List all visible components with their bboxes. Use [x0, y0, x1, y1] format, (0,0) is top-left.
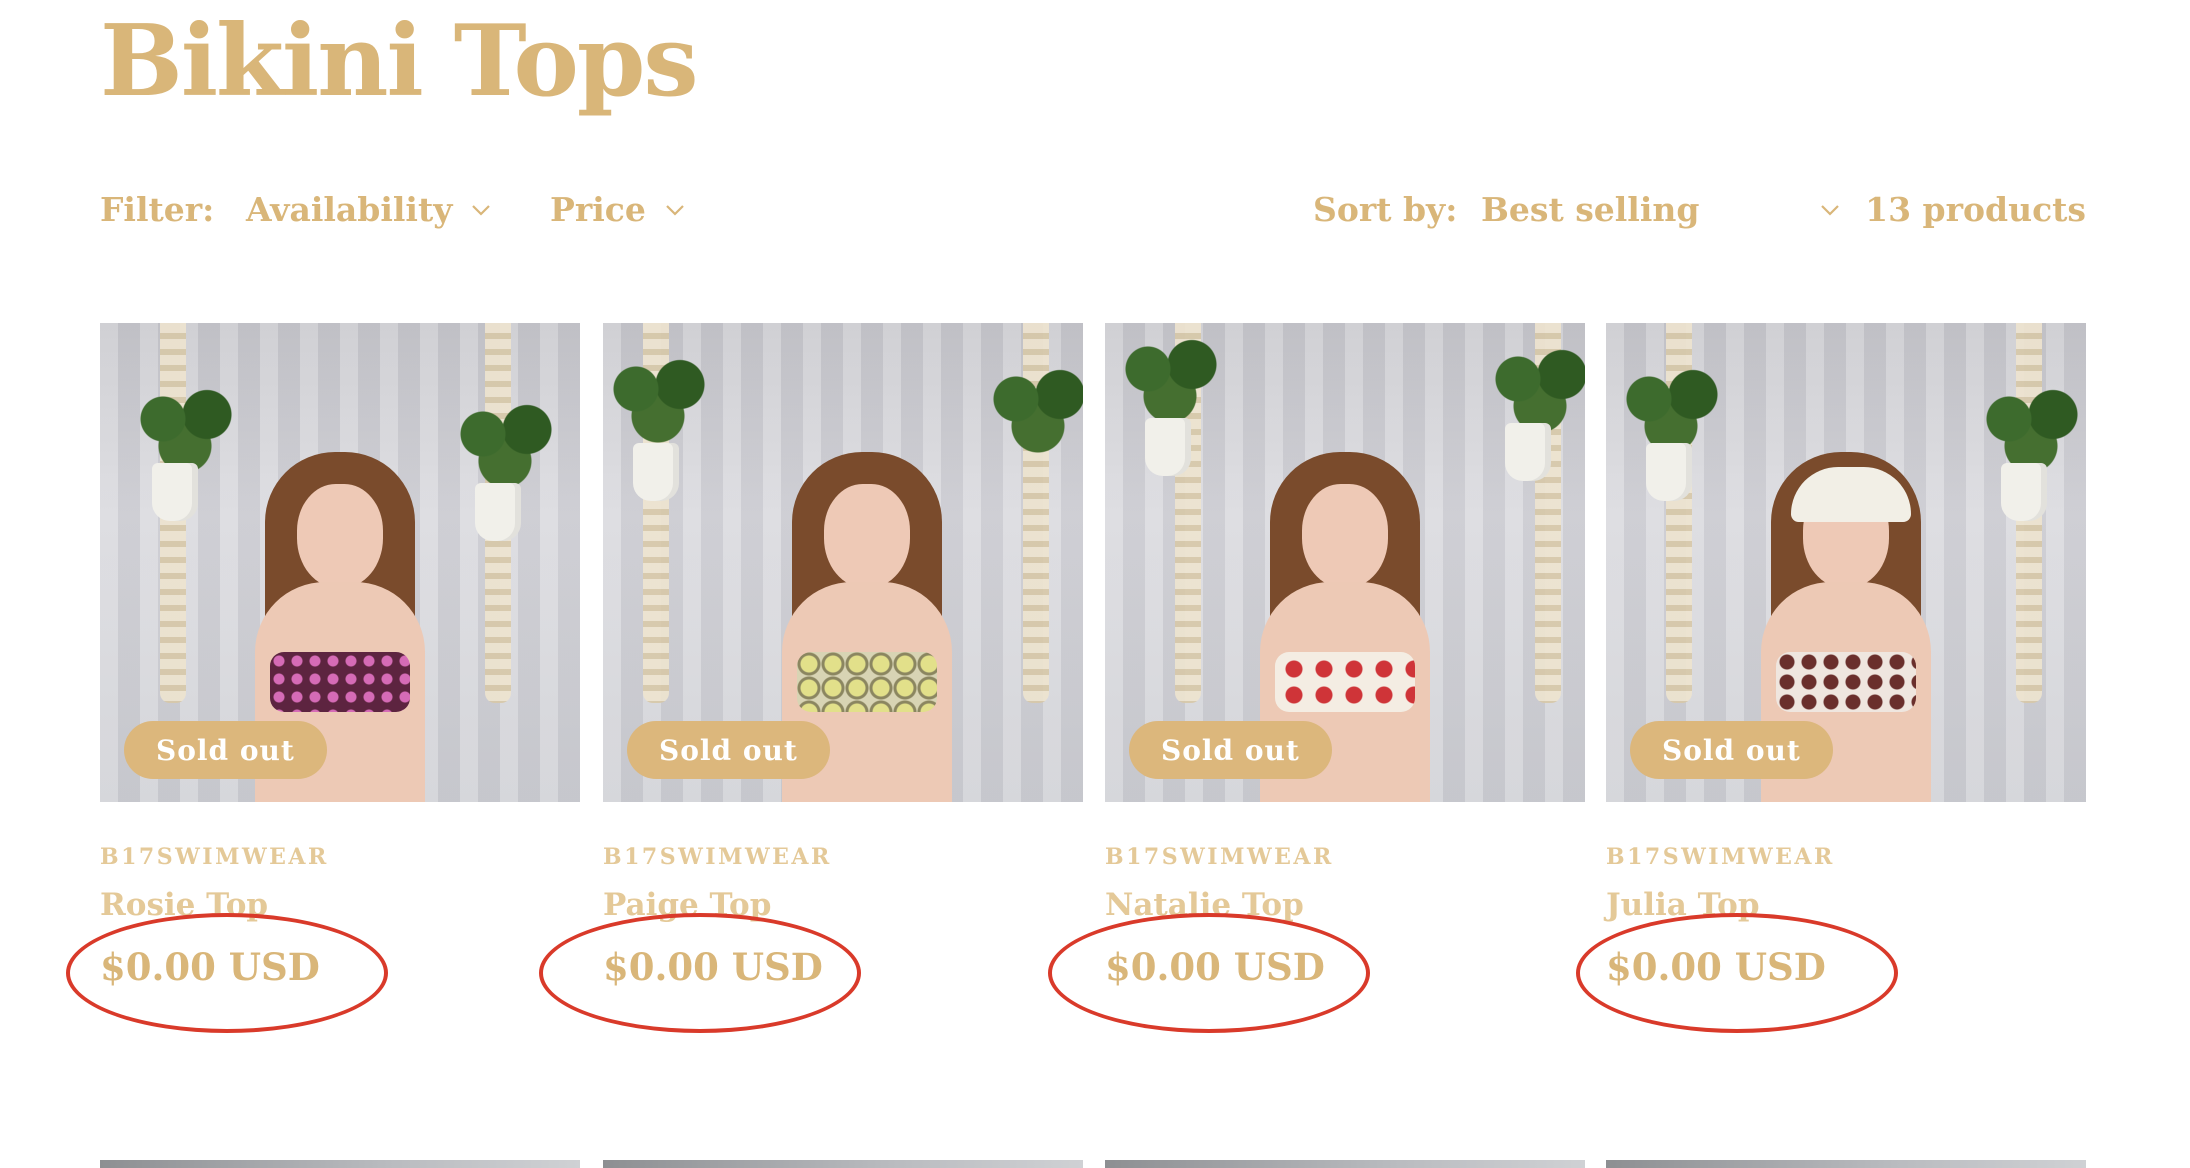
product-vendor: B17SWIMWEAR	[603, 844, 832, 870]
sort-select-value: Best selling	[1481, 190, 1700, 229]
sort-select[interactable]: Best selling	[1481, 190, 1841, 229]
product-card[interactable]: Sold out B17SWIMWEAR Natalie Top $0.00 U…	[1105, 323, 1585, 989]
product-image[interactable]: Sold out	[603, 323, 1083, 802]
product-count: 13 products	[1865, 190, 2086, 229]
chevron-down-icon	[664, 199, 686, 221]
product-image[interactable]: Sold out	[100, 323, 580, 802]
product-image[interactable]	[100, 1160, 580, 1168]
product-card[interactable]: Sold out B17SWIMWEAR Julia Top $0.00 USD	[1606, 323, 2086, 989]
product-card[interactable]: Sold out B17SWIMWEAR Paige Top $0.00 USD	[603, 323, 1083, 989]
product-image[interactable]: Sold out	[1105, 323, 1585, 802]
product-vendor: B17SWIMWEAR	[100, 844, 329, 870]
product-title-link[interactable]: Julia Top	[1606, 887, 1760, 923]
product-price: $0.00 USD	[1105, 945, 1325, 989]
sold-out-badge: Sold out	[1630, 721, 1833, 779]
chevron-down-icon	[1819, 199, 1841, 221]
filter-availability-dropdown[interactable]: Availability	[246, 190, 492, 229]
facet-toolbar: Filter: Availability Price Sort by: Best…	[100, 190, 2086, 246]
filter-price-label: Price	[550, 190, 646, 229]
page-title: Bikini Tops	[100, 4, 699, 119]
product-vendor: B17SWIMWEAR	[1105, 844, 1334, 870]
product-vendor: B17SWIMWEAR	[1606, 844, 1835, 870]
product-price: $0.00 USD	[603, 945, 823, 989]
product-title-link[interactable]: Paige Top	[603, 887, 771, 923]
product-title-link[interactable]: Rosie Top	[100, 887, 268, 923]
sold-out-badge: Sold out	[1129, 721, 1332, 779]
product-title-link[interactable]: Natalie Top	[1105, 887, 1304, 923]
product-image[interactable]	[1105, 1160, 1585, 1168]
filter-availability-label: Availability	[246, 190, 453, 229]
product-card[interactable]: Sold out B17SWIMWEAR Rosie Top $0.00 USD	[100, 323, 580, 989]
chevron-down-icon	[470, 199, 492, 221]
product-image[interactable]	[1606, 1160, 2086, 1168]
product-image[interactable]: Sold out	[1606, 323, 2086, 802]
product-image[interactable]	[603, 1160, 1083, 1168]
sort-label: Sort by:	[1313, 190, 1458, 229]
filter-price-dropdown[interactable]: Price	[550, 190, 686, 229]
sold-out-badge: Sold out	[124, 721, 327, 779]
product-price: $0.00 USD	[100, 945, 320, 989]
sold-out-badge: Sold out	[627, 721, 830, 779]
product-price: $0.00 USD	[1606, 945, 1826, 989]
filter-label: Filter:	[100, 190, 215, 229]
